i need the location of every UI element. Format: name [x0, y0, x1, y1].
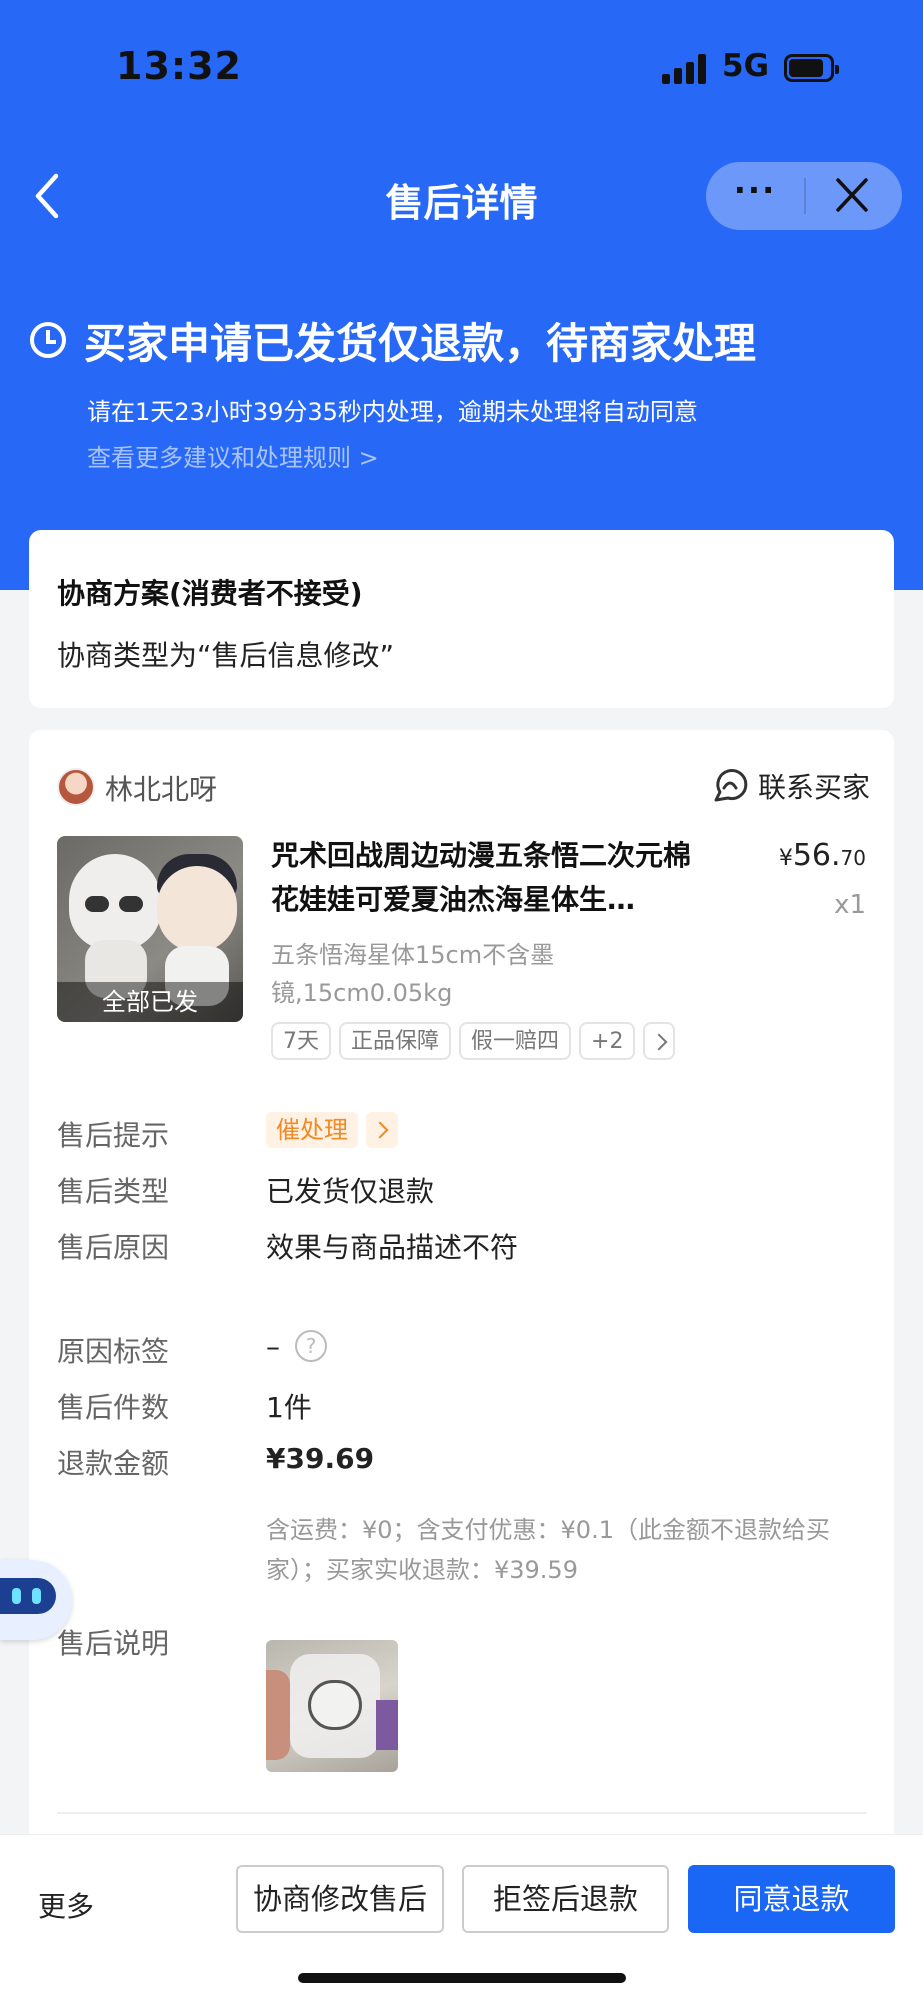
status-countdown: 请在1天23小时39分35秒内处理，逾期未处理将自动同意	[87, 398, 698, 426]
chevron-right-icon[interactable]	[643, 1022, 676, 1060]
product-thumbnail[interactable]: 全部已发	[57, 836, 243, 1022]
buyer-avatar	[57, 768, 95, 806]
capsule-divider	[804, 178, 806, 214]
assistant-bot-icon[interactable]	[0, 1552, 76, 1660]
service-tag: 假一赔四	[459, 1022, 572, 1060]
type-label: 售后类型	[57, 1175, 170, 1208]
product-spec: 五条悟海星体15cm不含墨镜,15cm0.05kg	[271, 941, 555, 1007]
urge-processing-button[interactable]: 催处理	[266, 1112, 398, 1148]
rules-link[interactable]: 查看更多建议和处理规则 >	[87, 438, 379, 473]
mini-program-capsule: ···	[706, 162, 902, 230]
refund-label: 退款金额	[57, 1447, 170, 1480]
help-icon[interactable]: ?	[295, 1330, 327, 1362]
contact-buyer-label: 联系买家	[757, 771, 870, 804]
status-bar: 13:32 5G	[0, 0, 923, 130]
signal-icon	[662, 54, 710, 84]
refund-amount: ¥39.69	[266, 1442, 375, 1475]
type-value: 已发货仅退款	[266, 1175, 435, 1208]
battery-icon	[784, 54, 839, 82]
action-bar: 更多 协商修改售后 拒签后退款 同意退款	[0, 1834, 923, 2000]
reason-value: 效果与商品描述不符	[266, 1231, 519, 1264]
negotiation-title: 协商方案(消费者不接受)	[57, 577, 363, 610]
service-tags: 7天 正品保障 假一赔四 +2	[271, 1022, 676, 1060]
divider	[57, 1812, 867, 1814]
status-title: 买家申请已发货仅退款，待商家处理	[84, 319, 757, 368]
count-label: 售后件数	[57, 1391, 170, 1424]
negotiation-type: 协商类型为“售后信息修改”	[57, 639, 395, 672]
status-time: 13:32	[116, 44, 242, 88]
product-quantity: x1	[834, 890, 866, 920]
order-card: 林北北呀 联系买家 全部已发 咒术回战周边动漫五条悟二次元棉花娃娃可爱夏油杰海星…	[29, 730, 894, 1840]
urge-label: 催处理	[266, 1112, 358, 1148]
count-value: 1件	[266, 1391, 312, 1424]
evidence-photo[interactable]	[266, 1640, 398, 1772]
more-actions-button[interactable]: 更多	[38, 1885, 94, 1925]
product-price: ¥56.70	[778, 838, 866, 873]
refund-breakdown: 含运费：¥0；含支付优惠：¥0.1（此金额不退款给买家）；买家实收退款：¥39.…	[266, 1516, 830, 1584]
service-tag: 正品保障	[339, 1022, 452, 1060]
network-type: 5G	[722, 48, 770, 84]
doll-image	[157, 866, 237, 952]
negotiation-card: 协商方案(消费者不接受) 协商类型为“售后信息修改”	[29, 530, 894, 708]
reason-tag-label: 原因标签	[57, 1335, 170, 1368]
product-title[interactable]: 咒术回战周边动漫五条悟二次元棉花娃娃可爱夏油杰海星体生…	[271, 834, 711, 922]
service-tag-more[interactable]: +2	[579, 1022, 636, 1060]
contact-buyer-button[interactable]: 联系买家	[710, 766, 870, 806]
reason-tag-value: –	[266, 1330, 280, 1363]
buyer-name: 林北北呀	[105, 773, 218, 806]
agree-refund-button[interactable]: 同意退款	[688, 1865, 895, 1933]
home-indicator	[298, 1973, 626, 1983]
reason-label: 售后原因	[57, 1231, 170, 1264]
close-icon	[836, 178, 868, 212]
hint-label: 售后提示	[57, 1119, 170, 1152]
chevron-right-icon	[366, 1112, 398, 1148]
service-tag: 7天	[271, 1022, 331, 1060]
close-button[interactable]	[824, 174, 880, 218]
clock-icon	[30, 322, 66, 358]
chat-icon	[714, 769, 748, 802]
negotiate-modify-button[interactable]: 协商修改售后	[236, 1865, 444, 1933]
doll-glasses	[85, 896, 145, 912]
shipping-badge: 全部已发	[57, 982, 243, 1022]
nav-bar: 售后详情 ···	[0, 150, 923, 240]
reject-refund-button[interactable]: 拒签后退款	[462, 1865, 669, 1933]
more-options-button[interactable]: ···	[706, 162, 804, 230]
